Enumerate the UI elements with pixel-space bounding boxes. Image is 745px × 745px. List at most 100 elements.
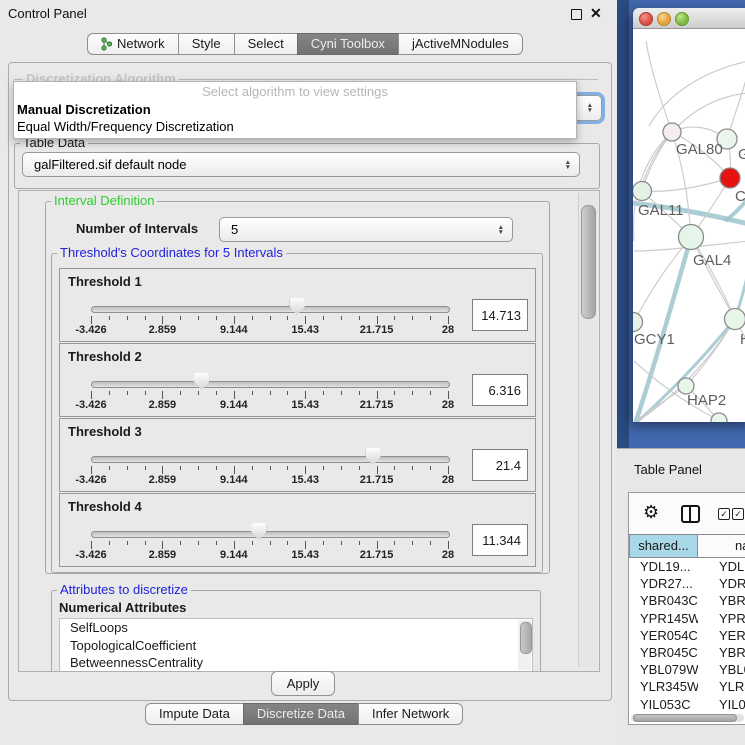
threshold-slider-box: Threshold 4 -3.4262.8599.14415.4321.7152…	[59, 493, 536, 567]
table-row[interactable]: YBR043CYBR0	[629, 592, 745, 609]
threshold-value-field[interactable]: 11.344	[472, 524, 528, 556]
split-columns-icon[interactable]	[681, 505, 700, 523]
tick-mark	[359, 391, 360, 395]
settings-vertical-scrollbar[interactable]	[578, 193, 597, 667]
attributes-group-title: Attributes to discretize	[57, 582, 191, 597]
network-node[interactable]	[679, 225, 704, 250]
slider-track[interactable]	[91, 306, 450, 313]
tick-mark	[430, 541, 431, 545]
slider-track[interactable]	[91, 456, 450, 463]
checkbox-icon[interactable]: ✓	[732, 508, 744, 520]
threshold-value-field[interactable]: 6.316	[472, 374, 528, 406]
cell-name: YDL1	[698, 558, 745, 575]
close-icon[interactable]: ✕	[590, 5, 602, 22]
tick-mark	[91, 391, 92, 399]
attribute-list-item[interactable]: SelfLoops	[60, 619, 532, 637]
number-of-intervals-combo[interactable]: 5 ▲▼	[219, 217, 513, 242]
settings-scrollbar-thumb[interactable]	[581, 205, 596, 319]
numerical-attributes-list[interactable]: SelfLoopsTopologicalCoefficientBetweenne…	[59, 618, 533, 672]
bottom-tab-infer-network[interactable]: Infer Network	[358, 703, 463, 725]
tab-cyni-toolbox[interactable]: Cyni Toolbox	[297, 33, 399, 55]
slider-track[interactable]	[91, 381, 450, 388]
attribute-list-item[interactable]: TopologicalCoefficient	[60, 637, 532, 655]
table-row[interactable]: YBR045CYBR0	[629, 644, 745, 661]
network-node-label: HAP2	[687, 392, 726, 409]
table-row[interactable]: YBL079WYBL0	[629, 661, 745, 678]
column-header-name[interactable]: na	[698, 534, 745, 558]
network-node[interactable]	[663, 123, 681, 141]
network-edge[interactable]	[649, 61, 745, 126]
zoom-traffic-light[interactable]	[675, 12, 689, 26]
threshold-value-field[interactable]: 21.4	[472, 449, 528, 481]
tab-jactivemnodules[interactable]: jActiveMNodules	[398, 33, 523, 55]
threshold-value-field[interactable]: 14.713	[472, 299, 528, 331]
table-row[interactable]: YDR27...YDR2	[629, 575, 745, 592]
close-traffic-light[interactable]	[639, 12, 653, 26]
float-window-icon[interactable]	[571, 9, 582, 20]
attribute-list-item[interactable]: BetweennessCentrality	[60, 654, 532, 672]
table-scrollbar-thumb[interactable]	[633, 714, 737, 722]
bottom-tab-impute-data[interactable]: Impute Data	[145, 703, 244, 725]
slider-track[interactable]	[91, 531, 450, 538]
cell-name: YPR1	[698, 610, 745, 627]
panel-title: Control Panel	[8, 6, 87, 21]
tab-style[interactable]: Style	[178, 33, 235, 55]
network-node[interactable]	[633, 313, 643, 332]
table-row[interactable]: YDL19...YDL1	[629, 558, 745, 575]
tick-mark	[412, 316, 413, 320]
checkbox-icon[interactable]: ✓	[718, 508, 730, 520]
network-edge-thick[interactable]	[635, 237, 691, 422]
tick-label: 28	[442, 549, 454, 561]
network-edge[interactable]	[646, 41, 672, 132]
slider-tick-labels: -3.4262.8599.14415.4321.71528	[91, 399, 448, 412]
table-row[interactable]: YER054CYER0	[629, 627, 745, 644]
tick-mark	[109, 466, 110, 470]
network-node-label: C	[735, 188, 745, 205]
gear-icon[interactable]: ⚙	[643, 502, 659, 523]
tick-mark	[305, 541, 306, 549]
apply-button[interactable]: Apply	[271, 671, 335, 696]
tick-mark	[109, 391, 110, 395]
cell-shared-name: YPR145W	[629, 610, 698, 627]
column-header-shared-name[interactable]: shared...	[629, 534, 698, 558]
network-window-titlebar[interactable]	[633, 8, 745, 29]
threshold-coordinates-group: Threshold's Coordinates for 5 Intervals …	[51, 253, 543, 573]
top-tab-bar: NetworkStyleSelectCyni ToolboxjActiveMNo…	[87, 33, 523, 55]
cell-shared-name: YDL19...	[629, 558, 698, 575]
table-row[interactable]: YLR345WYLR3	[629, 678, 745, 695]
tick-mark	[109, 541, 110, 545]
numerical-attributes-label: Numerical Attributes	[59, 600, 186, 615]
dropdown-option-equal-width[interactable]: Equal Width/Frequency Discretization	[14, 118, 576, 135]
tick-mark	[412, 466, 413, 470]
stepper-arrows-icon: ▲▼	[565, 160, 571, 170]
tick-mark	[287, 316, 288, 320]
tick-mark	[377, 391, 378, 399]
tick-mark	[305, 391, 306, 399]
attributes-scrollbar[interactable]	[518, 620, 531, 670]
tick-mark	[216, 391, 217, 395]
table-row[interactable]: YPR145WYPR1	[629, 610, 745, 627]
threshold-slider-box: Threshold 3 -3.4262.8599.14415.4321.7152…	[59, 418, 536, 492]
table-data-combo[interactable]: galFiltered.sif default node ▲▼	[22, 152, 580, 177]
tick-mark	[377, 541, 378, 549]
tick-mark	[252, 316, 253, 320]
threshold-label: Threshold 4	[68, 499, 142, 514]
table-horizontal-scrollbar[interactable]	[631, 714, 744, 722]
network-canvas[interactable]: GAL80G.CGAL11GAL4GCY1HHAP2	[633, 29, 745, 422]
network-node[interactable]	[720, 168, 740, 188]
bottom-tab-discretize-data[interactable]: Discretize Data	[243, 703, 359, 725]
algorithm-dropdown-popup: Select algorithm to view settings Manual…	[13, 81, 577, 139]
node-table-panel: ⚙ ✓ ✓ shared... na YDL19...YDL1YDR27...Y…	[628, 492, 745, 725]
cell-name: YIL0	[698, 696, 745, 713]
tick-mark	[145, 391, 146, 395]
attributes-scrollbar-thumb[interactable]	[520, 622, 532, 654]
network-node[interactable]	[725, 309, 745, 330]
table-row[interactable]: YIL053CYIL0	[629, 696, 745, 713]
dropdown-option-manual[interactable]: Manual Discretization	[14, 101, 576, 118]
tab-select[interactable]: Select	[234, 33, 298, 55]
tick-mark	[234, 466, 235, 474]
tab-network[interactable]: Network	[87, 33, 179, 55]
minimize-traffic-light[interactable]	[657, 12, 671, 26]
network-node[interactable]	[633, 182, 652, 201]
tick-label: -3.426	[75, 549, 106, 561]
